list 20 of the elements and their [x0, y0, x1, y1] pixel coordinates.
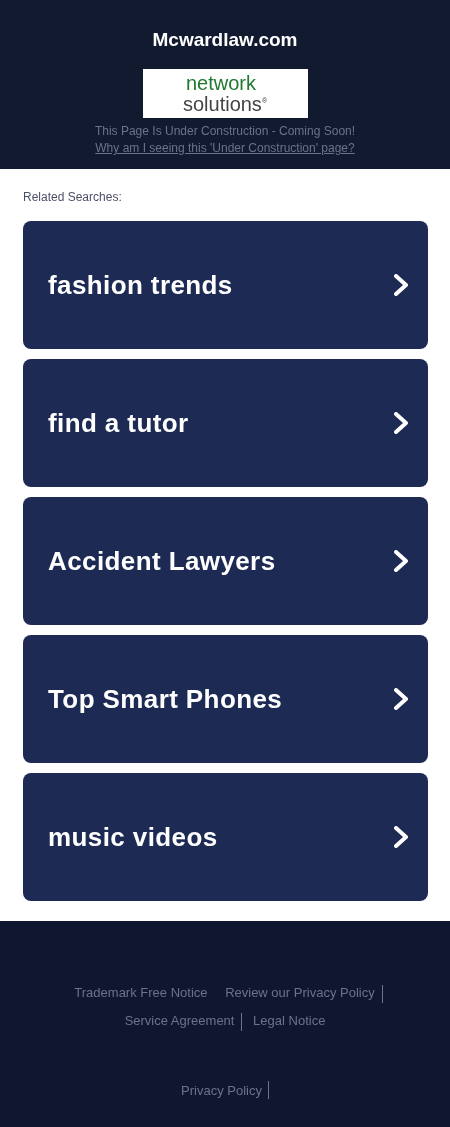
chevron-right-icon [394, 550, 408, 572]
search-link-card[interactable]: music videos [23, 773, 428, 901]
why-link[interactable]: Why am I seeing this 'Under Construction' page? [95, 139, 355, 157]
chevron-right-icon [394, 688, 408, 710]
footer-link[interactable]: Service Agreement [124, 1013, 235, 1028]
construction-notice: This Page Is Under Construction - Coming Soon! [94, 123, 356, 139]
chevron-right-icon [394, 412, 408, 434]
chevron-right-icon [394, 826, 408, 848]
search-link-card[interactable]: find a tutor [23, 359, 428, 487]
network-solutions-logo: network solutions$^{®}$ [142, 69, 308, 118]
footer-link[interactable]: Review our Privacy Policy [225, 985, 375, 1000]
chevron-right-icon [394, 274, 408, 296]
footer-link[interactable]: Legal Notice [253, 1013, 326, 1028]
related-searches-label: Related Searches: [23, 189, 123, 205]
search-link-card[interactable]: fashion trends [23, 221, 428, 349]
search-link-card[interactable]: Accident Lawyers [23, 497, 428, 625]
search-link-card[interactable]: Top Smart Phones [23, 635, 428, 763]
footer-link[interactable]: Privacy Policy [181, 1082, 262, 1098]
site-title: Mcwardlaw.com [152, 29, 298, 51]
footer-link[interactable]: Trademark Free Notice [74, 985, 208, 1000]
